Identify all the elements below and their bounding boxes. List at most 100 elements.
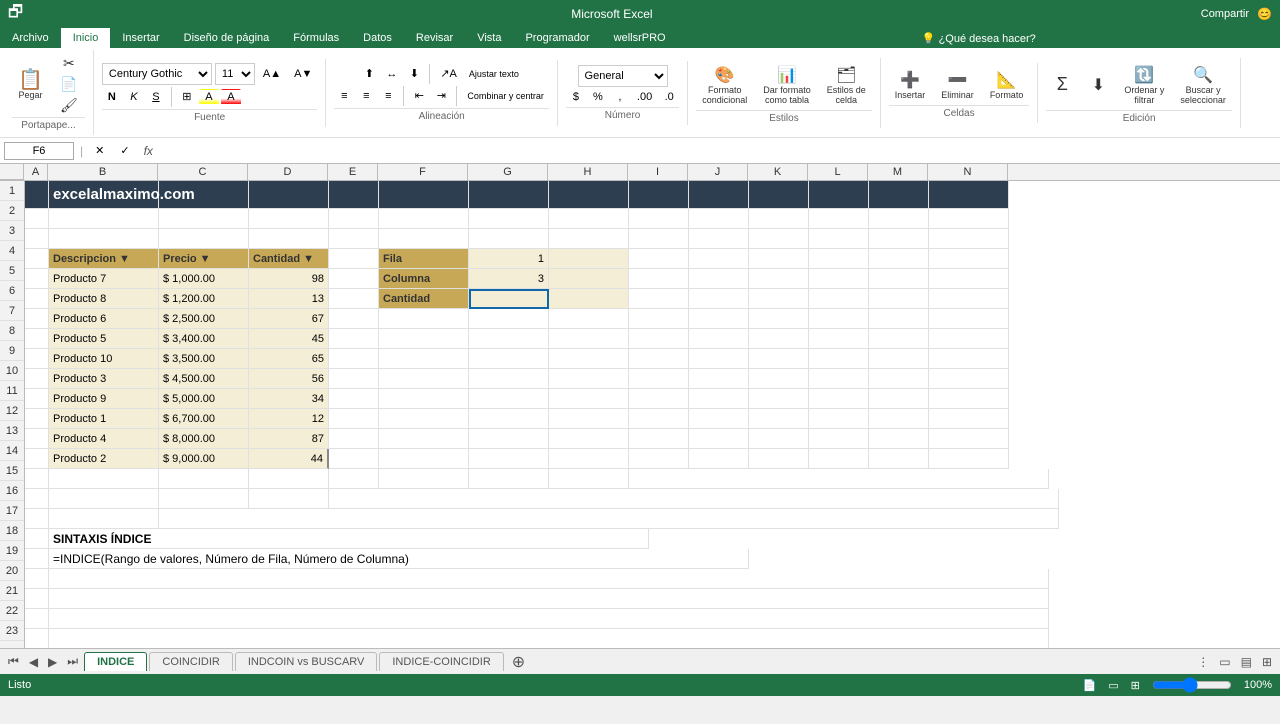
cell-M10[interactable] bbox=[869, 369, 929, 389]
layout-break-button[interactable]: ⊞ bbox=[1258, 653, 1276, 671]
cell-G1[interactable] bbox=[469, 181, 549, 209]
cell-F12[interactable] bbox=[379, 409, 469, 429]
cell-D13[interactable]: 87 bbox=[249, 429, 329, 449]
col-E[interactable]: E bbox=[328, 164, 378, 180]
cell-rest17[interactable] bbox=[159, 509, 1059, 529]
row-12[interactable]: 12 bbox=[0, 401, 24, 421]
cell-F6-cantidad[interactable]: Cantidad bbox=[379, 289, 469, 309]
row-17[interactable]: 17 bbox=[0, 501, 24, 521]
cell-B6[interactable]: Producto 8 bbox=[49, 289, 159, 309]
tab-formulas[interactable]: Fórmulas bbox=[281, 28, 351, 48]
col-H[interactable]: H bbox=[548, 164, 628, 180]
cell-E4[interactable] bbox=[329, 249, 379, 269]
format-table-button[interactable]: 📊 Dar formato como tabla bbox=[757, 62, 817, 108]
cell-M11[interactable] bbox=[869, 389, 929, 409]
cell-I6[interactable] bbox=[629, 289, 689, 309]
row-4[interactable]: 4 bbox=[0, 241, 24, 261]
cell-C10[interactable]: $ 4,500.00 bbox=[159, 369, 249, 389]
cell-G8[interactable] bbox=[469, 329, 549, 349]
row-11[interactable]: 11 bbox=[0, 381, 24, 401]
cell-F11[interactable] bbox=[379, 389, 469, 409]
cell-J1[interactable] bbox=[689, 181, 749, 209]
cell-E1[interactable] bbox=[329, 181, 379, 209]
cell-rest23[interactable] bbox=[49, 629, 1049, 648]
cell-I5[interactable] bbox=[629, 269, 689, 289]
cell-E12[interactable] bbox=[329, 409, 379, 429]
cell-D6[interactable]: 13 bbox=[249, 289, 329, 309]
cell-N11[interactable] bbox=[929, 389, 1009, 409]
cell-N12[interactable] bbox=[929, 409, 1009, 429]
cell-N2[interactable] bbox=[929, 209, 1009, 229]
cell-E8[interactable] bbox=[329, 329, 379, 349]
tab-programador[interactable]: Programador bbox=[513, 28, 601, 48]
cell-N9[interactable] bbox=[929, 349, 1009, 369]
cell-F14[interactable] bbox=[379, 449, 469, 469]
sheet-tab-indice-coincidir[interactable]: INDICE-COINCIDIR bbox=[379, 652, 503, 671]
indent-increase-button[interactable]: ⇥ bbox=[431, 86, 451, 106]
cell-J14[interactable] bbox=[689, 449, 749, 469]
cell-G11[interactable] bbox=[469, 389, 549, 409]
col-G[interactable]: G bbox=[468, 164, 548, 180]
cut-button[interactable]: ✂ bbox=[53, 54, 85, 73]
cell-A3[interactable] bbox=[25, 229, 49, 249]
cell-L14[interactable] bbox=[809, 449, 869, 469]
cell-M12[interactable] bbox=[869, 409, 929, 429]
cell-J8[interactable] bbox=[689, 329, 749, 349]
sheet-nav-last[interactable]: ⏭ bbox=[63, 652, 82, 671]
cell-A6[interactable] bbox=[25, 289, 49, 309]
cell-D8[interactable]: 45 bbox=[249, 329, 329, 349]
cell-A13[interactable] bbox=[25, 429, 49, 449]
cell-B18-syntax-title[interactable]: SINTAXIS ÍNDICE bbox=[49, 529, 649, 549]
cell-N3[interactable] bbox=[929, 229, 1009, 249]
cell-A15[interactable] bbox=[25, 469, 49, 489]
cell-A5[interactable] bbox=[25, 269, 49, 289]
cell-I9[interactable] bbox=[629, 349, 689, 369]
sheet-tab-coincidir[interactable]: COINCIDIR bbox=[149, 652, 232, 671]
cell-H8[interactable] bbox=[549, 329, 629, 349]
cell-A2[interactable] bbox=[25, 209, 49, 229]
cell-I8[interactable] bbox=[629, 329, 689, 349]
cell-K7[interactable] bbox=[749, 309, 809, 329]
cell-J6[interactable] bbox=[689, 289, 749, 309]
tab-datos[interactable]: Datos bbox=[351, 28, 404, 48]
sheet-tab-indice[interactable]: INDICE bbox=[84, 652, 147, 671]
row-10[interactable]: 10 bbox=[0, 361, 24, 381]
cell-K9[interactable] bbox=[749, 349, 809, 369]
cell-G6-cantidad-val[interactable] bbox=[469, 289, 549, 309]
row-22[interactable]: 22 bbox=[0, 601, 24, 621]
cell-M3[interactable] bbox=[869, 229, 929, 249]
layout-page-button[interactable]: ▤ bbox=[1237, 653, 1256, 671]
cell-N1[interactable] bbox=[929, 181, 1009, 209]
text-direction-button[interactable]: ↗A bbox=[435, 64, 462, 84]
cell-E11[interactable] bbox=[329, 389, 379, 409]
cell-G3[interactable] bbox=[469, 229, 549, 249]
delete-button[interactable]: ➖ Eliminar bbox=[935, 67, 980, 103]
cell-I14[interactable] bbox=[629, 449, 689, 469]
cell-A21[interactable] bbox=[25, 589, 49, 609]
row-5[interactable]: 5 bbox=[0, 261, 24, 281]
align-left-button[interactable]: ≡ bbox=[334, 86, 354, 106]
cell-J2[interactable] bbox=[689, 209, 749, 229]
cell-D1[interactable] bbox=[249, 181, 329, 209]
cell-H3[interactable] bbox=[549, 229, 629, 249]
underline-button[interactable]: S bbox=[146, 89, 166, 105]
cell-E10[interactable] bbox=[329, 369, 379, 389]
cell-C3[interactable] bbox=[159, 229, 249, 249]
cell-D12[interactable]: 12 bbox=[249, 409, 329, 429]
cell-rest21[interactable] bbox=[49, 589, 1049, 609]
col-N[interactable]: N bbox=[928, 164, 1008, 180]
cell-D7[interactable]: 67 bbox=[249, 309, 329, 329]
row-8[interactable]: 8 bbox=[0, 321, 24, 341]
row-9[interactable]: 9 bbox=[0, 341, 24, 361]
cell-A11[interactable] bbox=[25, 389, 49, 409]
cell-A19[interactable] bbox=[25, 549, 49, 569]
cell-I1[interactable] bbox=[629, 181, 689, 209]
layout-normal-button[interactable]: ▭ bbox=[1215, 653, 1234, 671]
cell-H5[interactable] bbox=[549, 269, 629, 289]
cell-D5[interactable]: 98 bbox=[249, 269, 329, 289]
cell-E5[interactable] bbox=[329, 269, 379, 289]
cell-D10[interactable]: 56 bbox=[249, 369, 329, 389]
search-box[interactable]: 💡 ¿Qué desea hacer? bbox=[922, 32, 1036, 45]
cell-N14[interactable] bbox=[929, 449, 1009, 469]
cell-F7[interactable] bbox=[379, 309, 469, 329]
